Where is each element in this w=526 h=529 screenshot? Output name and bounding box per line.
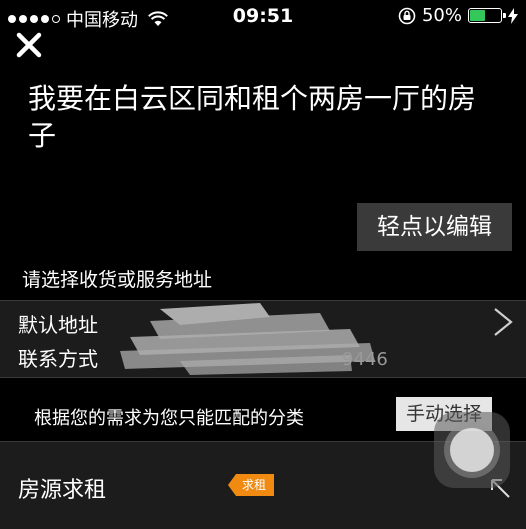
match-description: 根据您的需求为您只能匹配的分类	[34, 408, 304, 429]
battery-fill	[470, 10, 485, 21]
battery-icon	[468, 8, 506, 23]
category-tag: 求租	[228, 474, 275, 496]
address-section-title: 请选择收货或服务地址	[22, 269, 213, 291]
battery-percent: 50%	[421, 5, 462, 26]
close-icon[interactable]	[14, 30, 44, 60]
voice-query-text: 我要在白云区同和租个两房一厅的房子	[28, 82, 477, 152]
redaction-scribble: 9446	[120, 303, 388, 375]
address-selector[interactable]: 默认地址 联系方式 9446	[0, 300, 526, 378]
contact-partial: 9446	[342, 349, 388, 370]
chevron-right-icon[interactable]	[492, 307, 514, 337]
default-address-label: 默认地址	[18, 313, 98, 337]
status-right: 50%	[398, 5, 518, 26]
status-bar: 中国移动 09:51 50%	[0, 0, 526, 34]
charging-bolt-icon	[508, 7, 518, 24]
tap-to-edit-button[interactable]: 轻点以编辑	[357, 203, 512, 251]
category-name: 房源求租	[18, 478, 107, 503]
orientation-lock-icon	[398, 7, 416, 24]
assistive-touch-center	[450, 428, 494, 472]
assistive-touch-button[interactable]	[434, 412, 510, 488]
contact-label: 联系方式	[18, 347, 98, 371]
